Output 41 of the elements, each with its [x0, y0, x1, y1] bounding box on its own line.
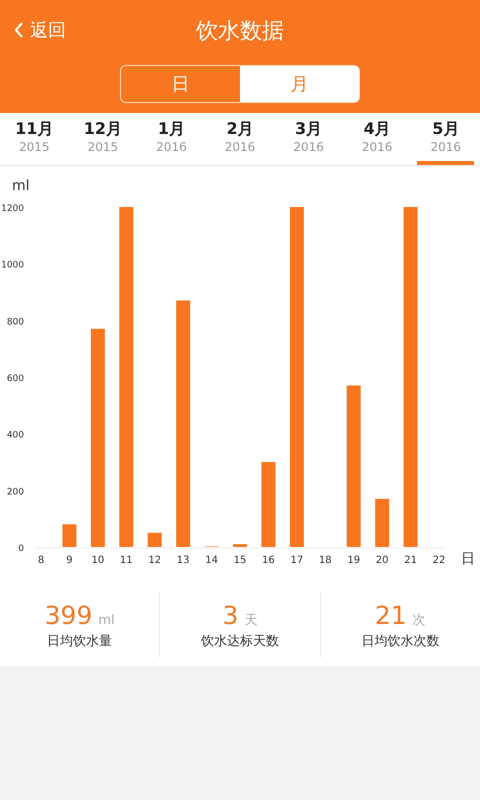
month-tab[interactable]: 12月 2015	[74, 113, 132, 165]
stat-value: 21	[374, 600, 407, 630]
stat-unit: 天	[244, 612, 258, 628]
y-tick-label: 1000	[1, 260, 24, 271]
x-tick-label: 17	[290, 555, 304, 566]
stat-unit: 次	[412, 612, 426, 628]
y-tick-label: 600	[6, 374, 24, 384]
stat-label: 饮水达标天数	[200, 632, 279, 650]
month-tab[interactable]: 1月 2016	[143, 113, 200, 165]
back-chevron-icon	[14, 21, 24, 39]
month-tab[interactable]: 4月 2016	[348, 113, 406, 165]
stat-value: 3	[222, 600, 238, 630]
x-tick-label: 18	[318, 555, 332, 566]
x-tick-label: 20	[376, 555, 388, 566]
x-tick-label: 12	[148, 555, 162, 566]
y-tick-label: 800	[6, 317, 24, 328]
y-axis-unit: ml	[12, 178, 30, 194]
y-tick-label: 1200	[1, 204, 24, 214]
x-tick-label: 8	[38, 555, 44, 566]
stat-label: 日均饮水次数	[361, 632, 440, 650]
x-tick-label: 21	[404, 555, 417, 566]
x-axis-unit: 日	[461, 551, 475, 567]
stat-label: 日均饮水量	[47, 632, 112, 650]
x-tick-label: 15	[234, 555, 246, 566]
stat-unit: ml	[98, 612, 115, 628]
y-tick-label: 200	[6, 487, 24, 498]
stat-value: 399	[44, 600, 92, 630]
month-tab[interactable]: 2月 2016	[212, 113, 268, 165]
x-tick-label: 22	[432, 555, 446, 566]
x-tick-label: 13	[176, 555, 190, 566]
x-tick-label: 9	[66, 555, 73, 566]
x-tick-label: 11	[120, 555, 133, 566]
x-tick-label: 16	[262, 555, 275, 566]
y-tick-label: 400	[6, 430, 24, 441]
x-tick-label: 19	[347, 555, 360, 566]
month-tab[interactable]: 11月 2015	[6, 113, 63, 165]
page-title: 饮水数据	[196, 18, 284, 46]
month-tab[interactable]: 3月 2016	[280, 113, 337, 165]
x-tick-label: 10	[92, 555, 104, 566]
y-tick-label: 0	[18, 544, 24, 554]
x-tick-label: 14	[205, 555, 218, 566]
